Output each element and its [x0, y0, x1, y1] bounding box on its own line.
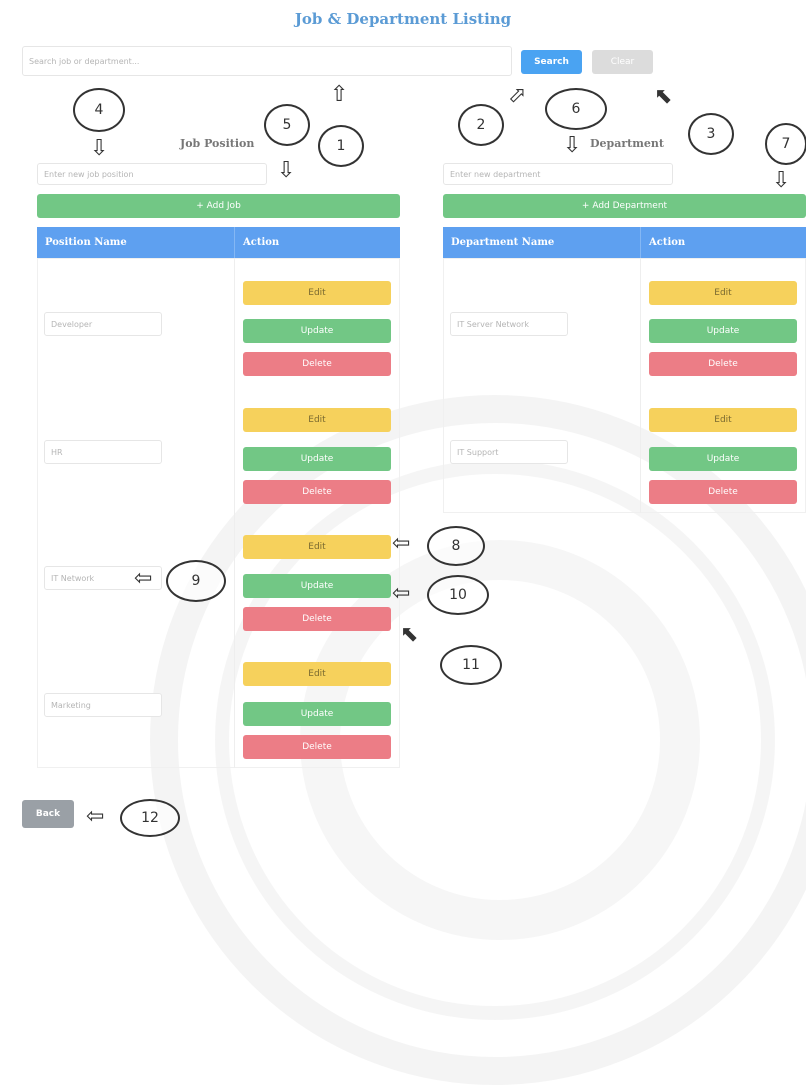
job-row-name-input[interactable]: Marketing [44, 693, 162, 717]
department-update-button[interactable]: Update [649, 447, 797, 471]
job-row-name: IT Network [51, 573, 95, 583]
job-delete-button[interactable]: Delete [243, 735, 391, 759]
clear-button[interactable]: Clear [592, 50, 653, 74]
add-department-button[interactable]: + Add Department [443, 194, 806, 218]
department-table-divider [640, 258, 641, 513]
arrow-left-icon: ⇦ [392, 531, 411, 556]
callout-3: 3 [688, 113, 734, 155]
arrow-up-left-icon: ⬉ [400, 622, 419, 647]
job-col-position-name: Position Name [37, 227, 234, 258]
department-edit-button[interactable]: Edit [649, 408, 797, 432]
department-delete-button[interactable]: Delete [649, 352, 797, 376]
department-update-button[interactable]: Update [649, 319, 797, 343]
department-delete-button[interactable]: Delete [649, 480, 797, 504]
department-row-name-input[interactable]: IT Support [450, 440, 568, 464]
department-row-name-input[interactable]: IT Server Network [450, 312, 568, 336]
arrow-down-icon: ⇩ [563, 133, 582, 158]
job-row-name: Developer [51, 319, 93, 329]
callout-10: 10 [427, 575, 489, 615]
arrow-left-icon: ⇦ [392, 581, 411, 606]
job-update-button[interactable]: Update [243, 574, 391, 598]
job-row-name: HR [51, 447, 63, 457]
department-row-name: IT Server Network [457, 319, 529, 329]
job-delete-button[interactable]: Delete [243, 352, 391, 376]
arrow-left-icon: ⇦ [86, 804, 105, 829]
callout-5: 5 [264, 104, 310, 146]
department-input[interactable]: Enter new department [443, 163, 673, 185]
job-delete-button[interactable]: Delete [243, 480, 391, 504]
department-edit-button[interactable]: Edit [649, 281, 797, 305]
page-title: Job & Department Listing [294, 10, 512, 28]
department-input-placeholder: Enter new department [450, 169, 541, 179]
job-edit-button[interactable]: Edit [243, 281, 391, 305]
search-input[interactable]: Search job or department... [22, 46, 512, 76]
job-table-divider [234, 258, 235, 768]
job-input[interactable]: Enter new job position [37, 163, 267, 185]
callout-2: 2 [458, 104, 504, 146]
arrow-up-left-icon: ⬉ [654, 84, 673, 109]
job-section-label: Job Position [180, 137, 255, 150]
arrow-down-icon: ⇩ [90, 136, 109, 161]
job-update-button[interactable]: Update [243, 447, 391, 471]
arrow-down-icon: ⇩ [277, 158, 296, 183]
arrow-down-icon: ⇩ [772, 168, 791, 193]
callout-12: 12 [120, 799, 180, 837]
job-edit-button[interactable]: Edit [243, 408, 391, 432]
job-row-name-input[interactable]: HR [44, 440, 162, 464]
job-edit-button[interactable]: Edit [243, 662, 391, 686]
arrow-up-icon: ⇧ [330, 82, 349, 107]
job-update-button[interactable]: Update [243, 702, 391, 726]
callout-4: 4 [73, 88, 125, 132]
back-button[interactable]: Back [22, 800, 74, 828]
search-input-placeholder: Search job or department... [29, 56, 140, 66]
search-button[interactable]: Search [521, 50, 582, 74]
callout-6: 6 [545, 88, 607, 130]
job-edit-button[interactable]: Edit [243, 535, 391, 559]
job-update-button[interactable]: Update [243, 319, 391, 343]
department-section-label: Department [590, 137, 664, 150]
department-col-name: Department Name [443, 227, 640, 258]
department-col-action: Action [640, 227, 806, 258]
job-delete-button[interactable]: Delete [243, 607, 391, 631]
job-row-name-input[interactable]: Developer [44, 312, 162, 336]
callout-11: 11 [440, 645, 502, 685]
job-col-action: Action [234, 227, 400, 258]
add-job-button[interactable]: + Add Job [37, 194, 400, 218]
callout-1: 1 [318, 125, 364, 167]
arrow-up-right-icon: ⬀ [508, 83, 527, 108]
callout-7: 7 [765, 123, 806, 165]
callout-8: 8 [427, 526, 485, 566]
job-input-placeholder: Enter new job position [44, 169, 134, 179]
callout-9: 9 [166, 560, 226, 602]
department-row-name: IT Support [457, 447, 499, 457]
job-row-name: Marketing [51, 700, 91, 710]
arrow-left-icon: ⇦ [134, 566, 153, 591]
